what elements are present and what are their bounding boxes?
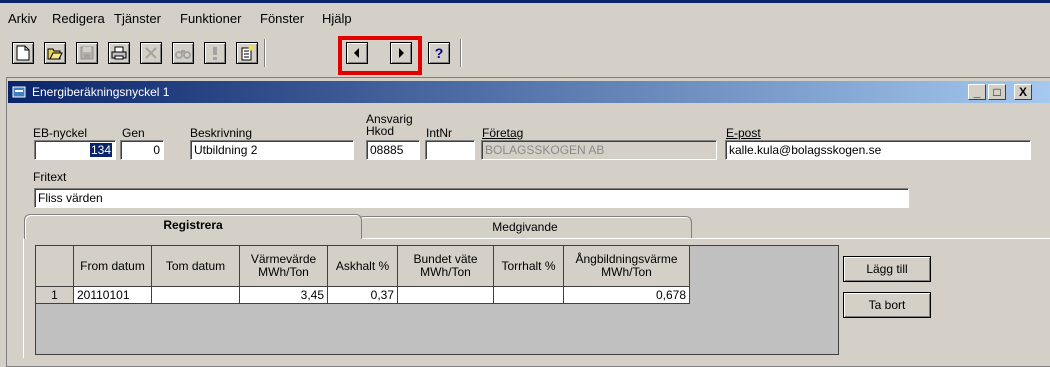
open-folder-icon[interactable] xyxy=(44,42,66,64)
find-icon[interactable] xyxy=(172,42,194,64)
new-document-icon[interactable] xyxy=(12,42,34,64)
column-header-angbildningsvarme[interactable]: Ångbildningsvärme MWh/Ton xyxy=(563,245,690,287)
window-title: Energiberäkningsnyckel 1 xyxy=(32,85,170,99)
column-header-unit: MWh/Ton xyxy=(420,265,471,279)
delete-icon[interactable] xyxy=(140,42,162,64)
column-header-tom-datum[interactable]: Tom datum xyxy=(151,245,240,287)
column-header-line: From datum xyxy=(80,258,145,273)
intnr-label: IntNr xyxy=(426,126,453,140)
save-icon[interactable] xyxy=(76,42,98,64)
cell-torrhalt[interactable] xyxy=(493,286,564,304)
table-row[interactable]: 1 20110101 3,45 0,37 0,678 xyxy=(35,286,690,304)
intnr-field[interactable] xyxy=(425,140,475,160)
eb-nyckel-label: EB-nyckel xyxy=(33,126,88,140)
column-header-from-datum[interactable]: From datum xyxy=(73,245,152,287)
hkod-field[interactable]: 08885 xyxy=(366,140,420,160)
toolbar-separator xyxy=(264,39,266,67)
gen-field[interactable]: 0 xyxy=(120,140,164,160)
eb-nyckel-field[interactable]: 134 xyxy=(34,140,116,160)
cell-from-datum[interactable]: 20110101 xyxy=(73,286,152,304)
cell-askhalt[interactable]: 0,37 xyxy=(327,286,398,304)
column-header-line: Ångbildningsvärme xyxy=(575,252,678,266)
gen-label: Gen xyxy=(122,126,145,140)
tab-registrera[interactable]: Registrera xyxy=(24,214,362,239)
menu-funktioner[interactable]: Funktioner xyxy=(180,11,241,26)
grid-header-row: From datum Tom datum Värmevärde MWh/Ton A… xyxy=(35,245,690,287)
column-header-line: Bundet väte xyxy=(413,252,478,266)
foretag-field: BOLAGSSKOGEN AB xyxy=(481,140,717,160)
minimize-button[interactable]: _ xyxy=(968,84,986,100)
data-grid-table: From datum Tom datum Värmevärde MWh/Ton A… xyxy=(35,245,690,304)
navigation-highlight-box xyxy=(338,36,422,75)
column-header-unit: MWh/Ton xyxy=(258,265,309,279)
cell-angbildningsvarme[interactable]: 0,678 xyxy=(563,286,690,304)
column-header-line: Värmevärde xyxy=(250,252,317,266)
remove-row-button[interactable]: Ta bort xyxy=(843,292,931,318)
column-header-askhalt[interactable]: Askhalt % xyxy=(327,245,398,287)
eb-nyckel-value: 134 xyxy=(89,143,112,157)
menu-bar: Arkiv Redigera Tjänster Funktioner Fönst… xyxy=(0,0,1050,28)
menu-arkiv[interactable]: Arkiv xyxy=(8,11,37,26)
beskrivning-field[interactable]: Utbildning 2 xyxy=(190,140,354,160)
new-record-icon[interactable] xyxy=(236,42,258,64)
window-titlebar[interactable]: Energiberäkningsnyckel 1 xyxy=(8,81,1050,103)
column-header-bundet-vate[interactable]: Bundet väte MWh/Ton xyxy=(397,245,494,287)
column-header-unit: MWh/Ton xyxy=(601,265,652,279)
help-icon[interactable]: ? xyxy=(428,42,450,64)
svg-text:?: ? xyxy=(435,46,444,60)
column-header-line: Tom datum xyxy=(165,258,226,273)
menu-fonster[interactable]: Fönster xyxy=(260,11,304,26)
menu-redigera[interactable]: Redigera xyxy=(52,11,105,26)
alert-icon[interactable] xyxy=(204,42,226,64)
column-header-torrhalt[interactable]: Torrhalt % xyxy=(493,245,564,287)
add-row-button[interactable]: Lägg till xyxy=(843,256,931,282)
cell-varmevarde[interactable]: 3,45 xyxy=(239,286,328,304)
fritext-field[interactable]: Fliss värden xyxy=(34,188,909,208)
foretag-label: Företag xyxy=(482,126,524,140)
cell-bundet-vate[interactable] xyxy=(397,286,494,304)
beskrivning-label: Beskrivning xyxy=(190,126,253,140)
column-header-varmevarde[interactable]: Värmevärde MWh/Ton xyxy=(239,245,328,287)
column-header-line: Askhalt % xyxy=(335,258,390,273)
row-number[interactable]: 1 xyxy=(35,286,74,304)
toolbar-separator xyxy=(460,39,462,67)
epost-label: E-post xyxy=(726,126,761,140)
top-accent-line xyxy=(0,0,1050,3)
print-icon[interactable] xyxy=(108,42,130,64)
column-header-line: Torrhalt % xyxy=(501,258,556,273)
epost-field[interactable]: kalle.kula@bolagsskogen.se xyxy=(725,140,1031,160)
menu-hjalp[interactable]: Hjälp xyxy=(322,11,352,26)
fritext-label: Fritext xyxy=(33,170,67,184)
maximize-button[interactable]: □ xyxy=(988,84,1006,100)
menu-tjanster[interactable]: Tjänster xyxy=(114,11,161,26)
grid-corner-cell xyxy=(35,245,74,287)
window-app-icon xyxy=(12,86,26,98)
cell-tom-datum[interactable] xyxy=(151,286,240,304)
close-button[interactable]: X xyxy=(1014,84,1032,100)
tab-medgivande[interactable]: Medgivande xyxy=(358,216,692,238)
hkod-label: Hkod xyxy=(366,124,395,138)
